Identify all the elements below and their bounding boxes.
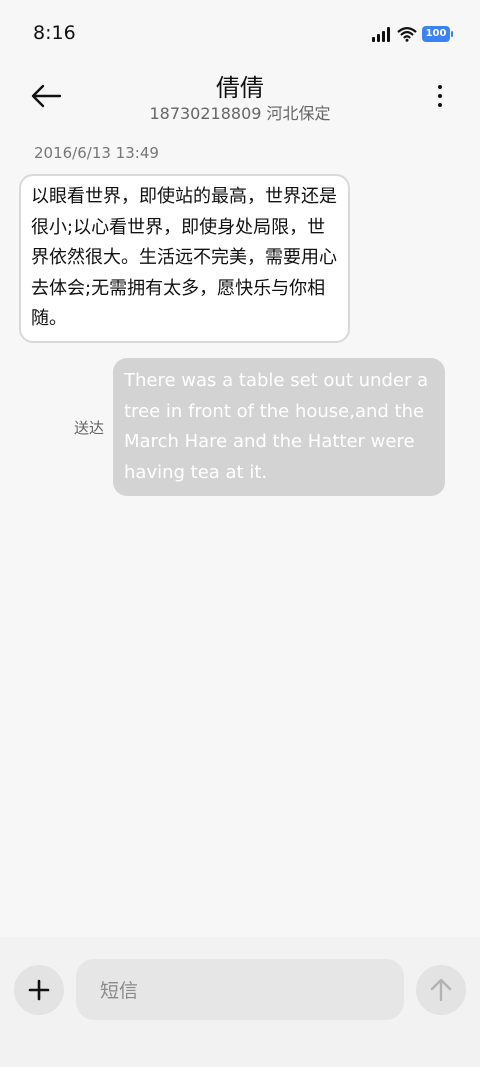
contact-name: 倩倩 [216, 74, 264, 102]
message-input-placeholder: 短信 [100, 980, 139, 1002]
sent-status: 送达 [74, 419, 105, 437]
send-button[interactable] [416, 965, 466, 1015]
message-input[interactable]: 短信 [76, 959, 404, 1020]
add-attachment-button[interactable] [14, 965, 64, 1015]
wifi-icon [397, 27, 417, 42]
message-timestamp: 2016/6/13 13:49 [34, 144, 159, 162]
more-vertical-icon [438, 85, 442, 89]
signal-icon [372, 26, 392, 42]
battery-icon: 100 [422, 26, 453, 42]
send-arrow-icon [430, 978, 452, 1002]
incoming-message-bubble[interactable]: 以眼看世界，即使站的最高，世界还是很小;以心看世界，即使身处局限，世界依然很大。… [19, 174, 350, 343]
conversation-header: 倩倩 18730218809 河北保定 [0, 64, 480, 134]
more-options-button[interactable] [428, 76, 452, 116]
contact-subtitle: 18730218809 河北保定 [149, 104, 331, 123]
compose-bar: 短信 [0, 937, 480, 1067]
status-bar: 8:16 100 [0, 0, 480, 64]
status-time: 8:16 [33, 22, 76, 44]
outgoing-message-bubble[interactable]: There was a table set out under a tree i… [113, 358, 445, 496]
status-icons: 100 [372, 24, 453, 44]
plus-icon [28, 979, 50, 1001]
